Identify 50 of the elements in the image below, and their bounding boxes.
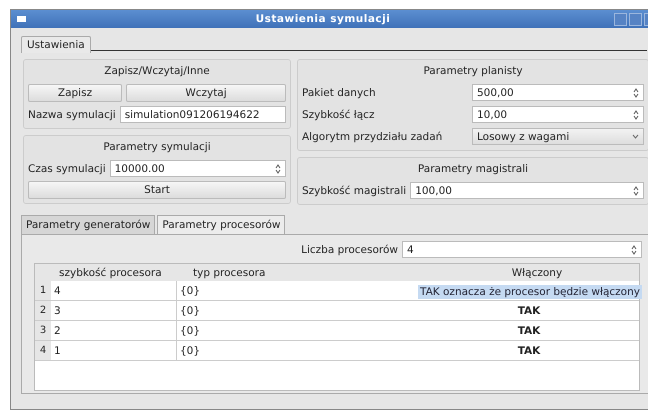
- caret-icon[interactable]: [632, 134, 639, 139]
- field-label: Szybkość łącz: [302, 108, 376, 120]
- field-label: Nazwa symulacji: [28, 108, 116, 120]
- table-cell: {0}: [180, 304, 200, 316]
- column-header[interactable]: szybkość procesora: [51, 266, 185, 278]
- tooltip: TAK oznacza że procesor będzie włączony: [418, 285, 642, 299]
- table-cell: 4: [54, 284, 61, 296]
- row-number: 2: [35, 301, 51, 320]
- spin-arrows-icon[interactable]: [633, 186, 639, 196]
- input-field[interactable]: simulation091206194622: [120, 106, 286, 123]
- window-title: Ustawienia symulacji: [254, 13, 392, 25]
- column-header[interactable]: Włączony: [435, 266, 639, 278]
- tab[interactable]: Parametry procesorów: [157, 215, 286, 234]
- spin-field[interactable]: 10000.00: [110, 160, 286, 177]
- spin-field[interactable]: 4: [402, 241, 642, 258]
- table-cell: 3: [54, 304, 61, 316]
- spin-arrows-icon[interactable]: [275, 164, 281, 174]
- dropdown[interactable]: Losowy z wagami: [472, 128, 644, 145]
- field-label: Szybkość magistrali: [302, 184, 406, 196]
- field-label: Algorytm przydziału zadań: [302, 130, 444, 142]
- spin-field[interactable]: 500,00: [472, 84, 644, 101]
- save-button[interactable]: Zapisz: [28, 84, 122, 102]
- row-number: 3: [35, 321, 51, 340]
- row-number: 1: [35, 281, 51, 300]
- field-label: Pakiet danych: [302, 86, 377, 98]
- field-label: Liczba procesorów: [301, 244, 398, 256]
- table-cell: 1: [54, 344, 61, 356]
- spin-arrows-icon[interactable]: [633, 110, 639, 120]
- group-title: Parametry planisty: [422, 64, 524, 79]
- start-button[interactable]: Start: [28, 181, 286, 199]
- group-title: Zapisz/Wczytaj/Inne: [103, 64, 211, 79]
- spin-field[interactable]: 100,00: [410, 182, 644, 199]
- column-header[interactable]: typ procesora: [185, 266, 435, 278]
- field-label: Czas symulacji: [28, 162, 106, 174]
- table-cell: {0}: [180, 324, 200, 336]
- spin-arrows-icon[interactable]: [633, 88, 639, 98]
- spin-arrows-icon[interactable]: [631, 244, 637, 254]
- tab[interactable]: Parametry generatorów: [21, 215, 156, 234]
- load-button[interactable]: Wczytaj: [126, 84, 286, 102]
- table-cell: {0}: [180, 344, 200, 356]
- tab[interactable]: Ustawienia: [21, 36, 91, 53]
- row-number: 4: [35, 341, 51, 360]
- table-cell: TAK: [518, 304, 540, 316]
- table-cell: 2: [54, 324, 61, 336]
- table-cell: TAK: [518, 344, 540, 356]
- table-cell: TAK: [518, 324, 540, 336]
- table-cell: {0}: [180, 284, 200, 296]
- group-title: Parametry symulacji: [102, 140, 212, 155]
- group-title: Parametry magistrali: [416, 162, 530, 177]
- spin-field[interactable]: 10,00: [472, 106, 644, 123]
